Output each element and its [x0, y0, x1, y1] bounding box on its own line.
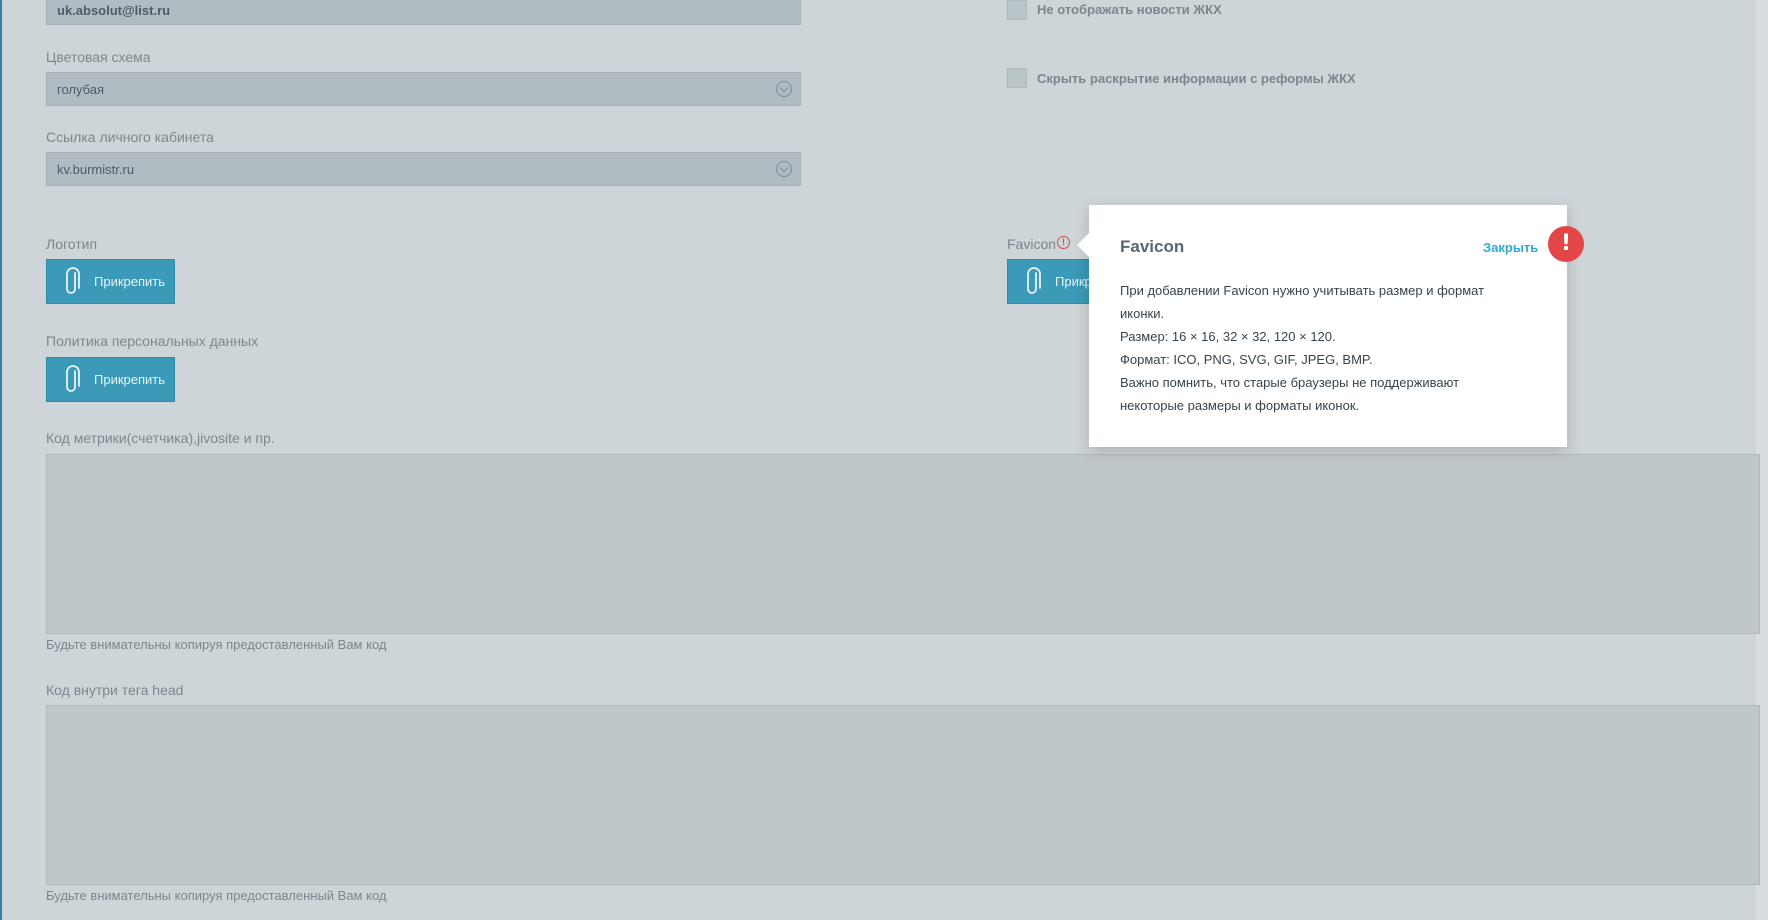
- metrics-code-textarea[interactable]: [46, 454, 1760, 634]
- cabinet-link-label: Ссылка личного кабинета: [46, 129, 214, 145]
- popover-line: При добавлении Favicon нужно учитывать р…: [1120, 283, 1485, 321]
- favicon-label: Favicon: [1007, 236, 1057, 252]
- paperclip-icon: [66, 364, 80, 392]
- color-scheme-label: Цветовая схема: [46, 49, 151, 65]
- metrics-code-label: Код метрики(счетчика),jivosite и пр.: [46, 430, 275, 446]
- logo-label: Логотип: [46, 236, 98, 252]
- chevron-down-icon: [776, 81, 792, 97]
- hide-news-label: Не отображать новости ЖКХ: [1037, 2, 1222, 17]
- paperclip-icon: [1027, 266, 1041, 294]
- popover-title: Favicon: [1120, 237, 1185, 256]
- popover-line: Размер: 16 × 16, 32 × 32, 120 × 120.: [1120, 329, 1336, 344]
- alert-icon: !: [1548, 226, 1584, 262]
- email-field-value: uk.absolut@list.ru: [57, 2, 171, 18]
- email-field[interactable]: uk.absolut@list.ru: [46, 0, 801, 25]
- hide-disclosure-checkbox[interactable]: [1007, 68, 1027, 88]
- warning-icon[interactable]: !: [1057, 236, 1070, 249]
- head-code-label: Код внутри тега head: [46, 682, 184, 698]
- popover-line: Важно помнить, что старые браузеры не по…: [1120, 375, 1460, 413]
- popover-body: При добавлении Favicon нужно учитывать р…: [1120, 279, 1520, 417]
- paperclip-icon: [66, 266, 80, 294]
- popover-line: Формат: ICO, PNG, SVG, GIF, JPEG, BMP.: [1120, 352, 1373, 367]
- privacy-attach-button[interactable]: Прикрепить: [46, 357, 175, 402]
- chevron-down-icon: [776, 161, 792, 177]
- head-code-textarea[interactable]: [46, 705, 1760, 885]
- logo-attach-button[interactable]: Прикрепить: [46, 259, 175, 304]
- popover-arrow: [1077, 233, 1089, 257]
- popover-close-button[interactable]: Закрыть: [1483, 240, 1538, 255]
- cabinet-link-select[interactable]: kv.burmistr.ru: [46, 152, 801, 186]
- color-scheme-value: голубая: [57, 81, 105, 97]
- metrics-code-hint: Будьте внимательны копируя предоставленн…: [46, 637, 387, 652]
- hide-news-checkbox[interactable]: [1007, 0, 1027, 20]
- hide-disclosure-label: Скрыть раскрытие информации с реформы ЖК…: [1037, 71, 1356, 86]
- color-scheme-select[interactable]: голубая: [46, 72, 801, 106]
- head-code-hint: Будьте внимательны копируя предоставленн…: [46, 888, 387, 903]
- privacy-attach-label: Прикрепить: [94, 372, 166, 387]
- privacy-label: Политика персональных данных: [46, 333, 259, 349]
- favicon-popover: Favicon Закрыть При добавлении Favicon н…: [1077, 205, 1567, 447]
- logo-attach-label: Прикрепить: [94, 274, 166, 289]
- left-border: [0, 0, 2, 920]
- cabinet-link-value: kv.burmistr.ru: [57, 161, 135, 177]
